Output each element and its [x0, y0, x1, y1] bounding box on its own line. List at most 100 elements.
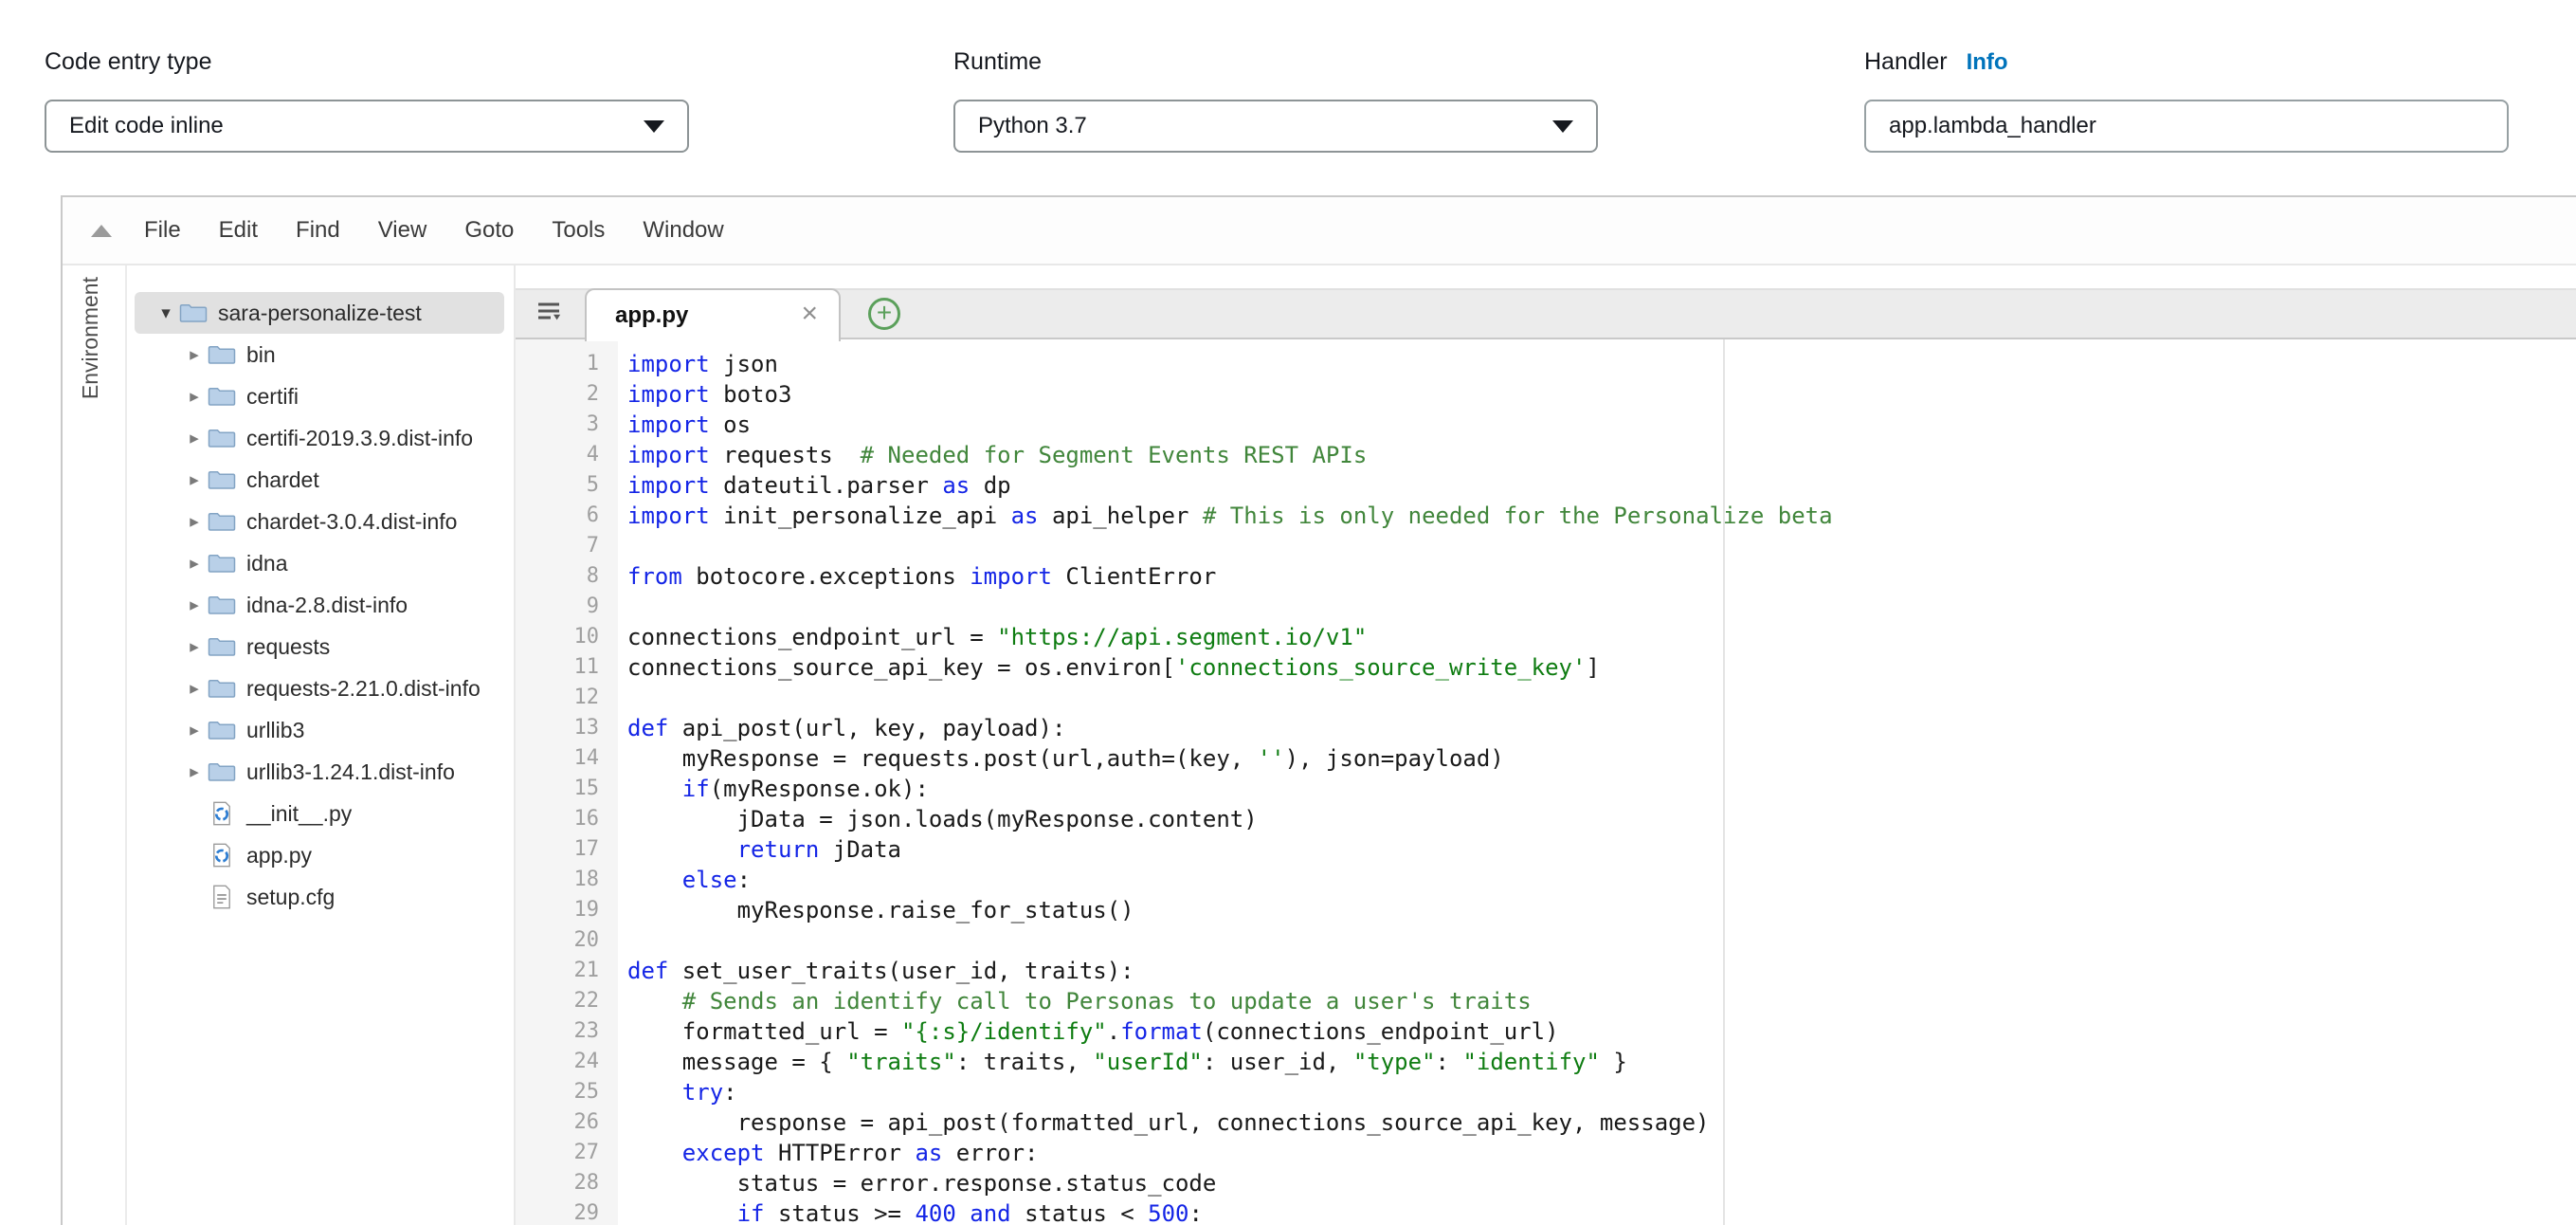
tree-item-chardet[interactable]: ▸ chardet [127, 459, 514, 501]
code-line[interactable]: 15 if(myResponse.ok): [516, 774, 2576, 804]
menu-item-goto[interactable]: Goto [445, 217, 533, 244]
code-line[interactable]: 3 import os [516, 410, 2576, 440]
code-line[interactable]: 23 formatted_url = "{:s}/identify".forma… [516, 1016, 2576, 1047]
code-line[interactable]: 29 if status >= 400 and status < 500: [516, 1198, 2576, 1225]
line-number[interactable]: 6 [516, 501, 618, 531]
environment-tab[interactable]: Environment [63, 265, 127, 1225]
line-number[interactable]: 22 [516, 986, 618, 1016]
handler-input[interactable] [1864, 100, 2509, 153]
code-line[interactable]: 25 try: [516, 1077, 2576, 1107]
line-number[interactable]: 16 [516, 804, 618, 834]
code-line[interactable]: 4 import requests # Needed for Segment E… [516, 440, 2576, 470]
line-number[interactable]: 1 [516, 349, 618, 379]
code-line[interactable]: 24 message = { "traits": traits, "userId… [516, 1047, 2576, 1077]
line-number[interactable]: 27 [516, 1138, 618, 1168]
disclosure-triangle-icon[interactable]: ▸ [182, 720, 207, 741]
line-number[interactable]: 29 [516, 1198, 618, 1225]
line-number[interactable]: 23 [516, 1016, 618, 1047]
tree-item-chardet-3-0-4-dist-info[interactable]: ▸ chardet-3.0.4.dist-info [127, 501, 514, 542]
line-number[interactable]: 3 [516, 410, 618, 440]
line-number[interactable]: 7 [516, 531, 618, 561]
tree-item-urllib3[interactable]: ▸ urllib3 [127, 709, 514, 751]
line-number[interactable]: 2 [516, 379, 618, 410]
code-line[interactable]: 27 except HTTPError as error: [516, 1138, 2576, 1168]
tree-item-requests[interactable]: ▸ requests [127, 626, 514, 667]
handler-info-link[interactable]: Info [1967, 48, 2008, 77]
line-number[interactable]: 24 [516, 1047, 618, 1077]
disclosure-triangle-icon[interactable]: ▸ [182, 761, 207, 783]
code-line[interactable]: 21 def set_user_traits(user_id, traits): [516, 956, 2576, 986]
code-line[interactable]: 5 import dateutil.parser as dp [516, 470, 2576, 501]
code-line[interactable]: 12 [516, 683, 2576, 713]
code-line[interactable]: 17 return jData [516, 834, 2576, 865]
tree-item-idna[interactable]: ▸ idna [127, 542, 514, 584]
runtime-select[interactable]: Python 3.7 [953, 100, 1598, 153]
new-tab-button[interactable]: + [868, 298, 900, 330]
tree-item-sara-personalize-test[interactable]: ▾ sara-personalize-test [135, 292, 504, 334]
line-number[interactable]: 9 [516, 592, 618, 622]
line-number[interactable]: 21 [516, 956, 618, 986]
line-number[interactable]: 19 [516, 895, 618, 925]
disclosure-triangle-icon[interactable]: ▸ [182, 678, 207, 700]
disclosure-triangle-icon[interactable]: ▸ [182, 469, 207, 491]
tree-item-certifi[interactable]: ▸ certifi [127, 375, 514, 417]
code-line[interactable]: 13 def api_post(url, key, payload): [516, 713, 2576, 743]
tree-item-urllib3-1-24-1-dist-info[interactable]: ▸ urllib3-1.24.1.dist-info [127, 751, 514, 793]
disclosure-triangle-icon[interactable]: ▸ [182, 428, 207, 449]
tab-list-icon[interactable] [536, 301, 561, 326]
line-number[interactable]: 8 [516, 561, 618, 592]
line-number[interactable]: 14 [516, 743, 618, 774]
code-line[interactable]: 20 [516, 925, 2576, 956]
tree-item-setup-cfg[interactable]: setup.cfg [127, 876, 514, 918]
tab-app-py[interactable]: app.py × [585, 288, 841, 341]
code-line[interactable]: 2 import boto3 [516, 379, 2576, 410]
collapse-editor-icon[interactable] [91, 225, 112, 237]
code-line[interactable]: 16 jData = json.loads(myResponse.content… [516, 804, 2576, 834]
tree-item-app-py[interactable]: app.py [127, 834, 514, 876]
line-number[interactable]: 11 [516, 652, 618, 683]
line-number[interactable]: 25 [516, 1077, 618, 1107]
line-number[interactable]: 4 [516, 440, 618, 470]
tree-item-init-py[interactable]: __init__.py [127, 793, 514, 834]
menu-item-edit[interactable]: Edit [200, 217, 277, 244]
disclosure-triangle-icon[interactable]: ▾ [154, 302, 178, 324]
code-line[interactable]: 9 [516, 592, 2576, 622]
line-number[interactable]: 5 [516, 470, 618, 501]
code-line[interactable]: 28 status = error.response.status_code [516, 1168, 2576, 1198]
disclosure-triangle-icon[interactable]: ▸ [182, 553, 207, 575]
menu-item-tools[interactable]: Tools [533, 217, 624, 244]
disclosure-triangle-icon[interactable]: ▸ [182, 344, 207, 366]
code-line[interactable]: 22 # Sends an identify call to Personas … [516, 986, 2576, 1016]
line-number[interactable]: 20 [516, 925, 618, 956]
code-line[interactable]: 1 import json [516, 349, 2576, 379]
disclosure-triangle-icon[interactable]: ▸ [182, 511, 207, 533]
line-number[interactable]: 13 [516, 713, 618, 743]
code-line[interactable]: 11 connections_source_api_key = os.envir… [516, 652, 2576, 683]
code-editor[interactable]: 1 import json 2 import boto3 3 import os… [516, 339, 2576, 1225]
line-number[interactable]: 26 [516, 1107, 618, 1138]
menu-item-file[interactable]: File [125, 217, 200, 244]
line-number[interactable]: 28 [516, 1168, 618, 1198]
tree-item-certifi-2019-3-9-dist-info[interactable]: ▸ certifi-2019.3.9.dist-info [127, 417, 514, 459]
code-line[interactable]: 18 else: [516, 865, 2576, 895]
code-line[interactable]: 26 response = api_post(formatted_url, co… [516, 1107, 2576, 1138]
code-line[interactable]: 7 [516, 531, 2576, 561]
line-number[interactable]: 10 [516, 622, 618, 652]
disclosure-triangle-icon[interactable]: ▸ [182, 636, 207, 658]
tree-item-idna-2-8-dist-info[interactable]: ▸ idna-2.8.dist-info [127, 584, 514, 626]
menu-item-find[interactable]: Find [277, 217, 359, 244]
code-line[interactable]: 10 connections_endpoint_url = "https://a… [516, 622, 2576, 652]
menu-item-window[interactable]: Window [624, 217, 742, 244]
line-number[interactable]: 12 [516, 683, 618, 713]
code-line[interactable]: 6 import init_personalize_api as api_hel… [516, 501, 2576, 531]
disclosure-triangle-icon[interactable]: ▸ [182, 386, 207, 408]
tree-item-requests-2-21-0-dist-info[interactable]: ▸ requests-2.21.0.dist-info [127, 667, 514, 709]
disclosure-triangle-icon[interactable]: ▸ [182, 594, 207, 616]
close-tab-icon[interactable]: × [801, 300, 818, 332]
tree-item-bin[interactable]: ▸ bin [127, 334, 514, 375]
menu-item-view[interactable]: View [359, 217, 446, 244]
line-number[interactable]: 15 [516, 774, 618, 804]
code-line[interactable]: 19 myResponse.raise_for_status() [516, 895, 2576, 925]
line-number[interactable]: 18 [516, 865, 618, 895]
code-entry-type-select[interactable]: Edit code inline [45, 100, 689, 153]
